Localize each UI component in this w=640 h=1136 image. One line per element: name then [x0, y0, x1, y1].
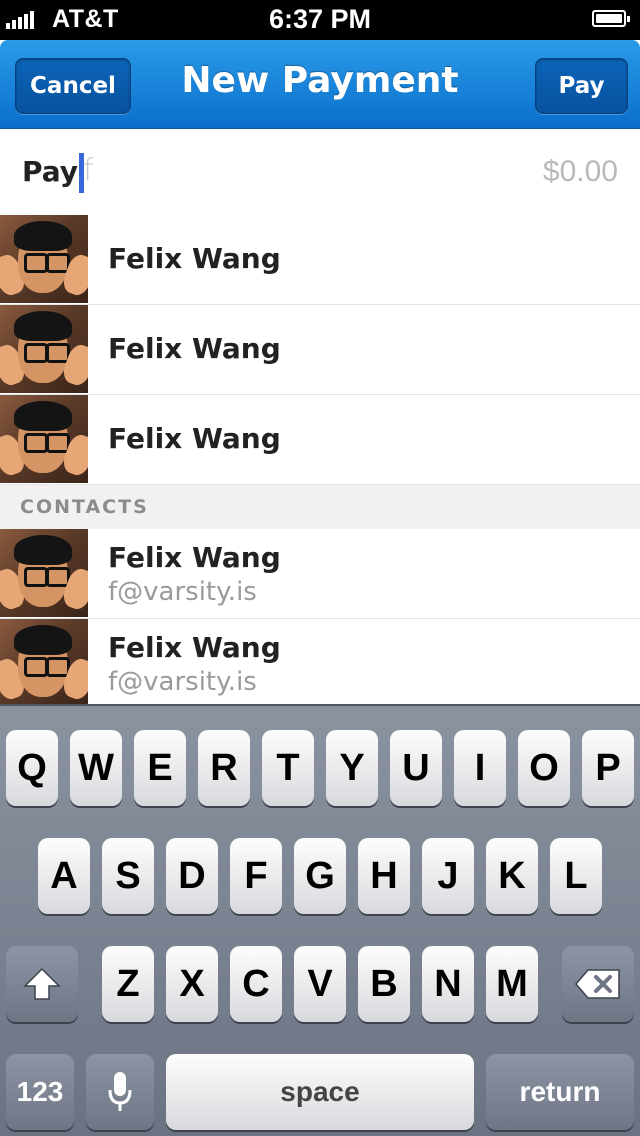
- space-key[interactable]: space: [166, 1054, 474, 1130]
- key-b[interactable]: B: [358, 946, 410, 1022]
- pay-label: Pay: [22, 155, 79, 188]
- navigation-bar: Cancel New Payment Pay: [0, 40, 640, 129]
- backspace-icon: [575, 969, 620, 999]
- key-s[interactable]: S: [102, 838, 154, 914]
- amount-field[interactable]: $0.00: [543, 155, 618, 189]
- numbers-key[interactable]: 123: [6, 1054, 74, 1130]
- key-d[interactable]: D: [166, 838, 218, 914]
- key-x[interactable]: X: [166, 946, 218, 1022]
- contact-name: Felix Wang: [108, 541, 281, 574]
- list-item[interactable]: Felix Wang f@varsity.is: [0, 529, 640, 619]
- list-item[interactable]: Felix Wang: [0, 305, 640, 395]
- keyboard: Q W E R T Y U I O P A S D F G H J K L Z …: [0, 704, 640, 1136]
- contact-email: f@varsity.is: [108, 577, 257, 607]
- key-k[interactable]: K: [486, 838, 538, 914]
- key-u[interactable]: U: [390, 730, 442, 806]
- key-e[interactable]: E: [134, 730, 186, 806]
- avatar: [0, 305, 88, 393]
- microphone-icon: [108, 1072, 132, 1111]
- key-j[interactable]: J: [422, 838, 474, 914]
- microphone-key[interactable]: [86, 1054, 154, 1130]
- key-c[interactable]: C: [230, 946, 282, 1022]
- key-q[interactable]: Q: [6, 730, 58, 806]
- delete-key[interactable]: [562, 946, 634, 1022]
- return-key[interactable]: return: [486, 1054, 634, 1130]
- pay-button[interactable]: Pay: [535, 58, 628, 114]
- key-g[interactable]: G: [294, 838, 346, 914]
- avatar: [0, 215, 88, 303]
- key-i[interactable]: I: [454, 730, 506, 806]
- list-item[interactable]: Felix Wang: [0, 215, 640, 305]
- key-t[interactable]: T: [262, 730, 314, 806]
- battery-icon: [592, 10, 630, 27]
- key-f[interactable]: F: [230, 838, 282, 914]
- key-r[interactable]: R: [198, 730, 250, 806]
- avatar: [0, 395, 88, 483]
- contact-name: Felix Wang: [108, 422, 281, 455]
- list-item[interactable]: Felix Wang: [0, 395, 640, 485]
- contact-name: Felix Wang: [108, 332, 281, 365]
- contact-email: f@varsity.is: [108, 667, 257, 697]
- key-n[interactable]: N: [422, 946, 474, 1022]
- key-y[interactable]: Y: [326, 730, 378, 806]
- key-p[interactable]: P: [582, 730, 634, 806]
- contacts-section-header: CONTACTS: [0, 485, 640, 529]
- key-z[interactable]: Z: [102, 946, 154, 1022]
- payee-input-row[interactable]: Pay f $0.00: [0, 129, 640, 216]
- key-o[interactable]: O: [518, 730, 570, 806]
- shift-arrow-icon: [23, 967, 61, 1000]
- avatar: [0, 529, 88, 617]
- payee-search-input[interactable]: f: [83, 153, 94, 188]
- section-title: CONTACTS: [20, 496, 149, 518]
- shift-key[interactable]: [6, 946, 78, 1022]
- avatar: [0, 619, 88, 707]
- status-time: 6:37 PM: [268, 4, 372, 34]
- key-a[interactable]: A: [38, 838, 90, 914]
- status-bar: AT&T 6:37 PM: [0, 0, 640, 40]
- contact-name: Felix Wang: [108, 631, 281, 664]
- key-w[interactable]: W: [70, 730, 122, 806]
- key-v[interactable]: V: [294, 946, 346, 1022]
- key-m[interactable]: M: [486, 946, 538, 1022]
- key-h[interactable]: H: [358, 838, 410, 914]
- key-l[interactable]: L: [550, 838, 602, 914]
- list-item[interactable]: Felix Wang f@varsity.is: [0, 619, 640, 709]
- contact-name: Felix Wang: [108, 242, 281, 275]
